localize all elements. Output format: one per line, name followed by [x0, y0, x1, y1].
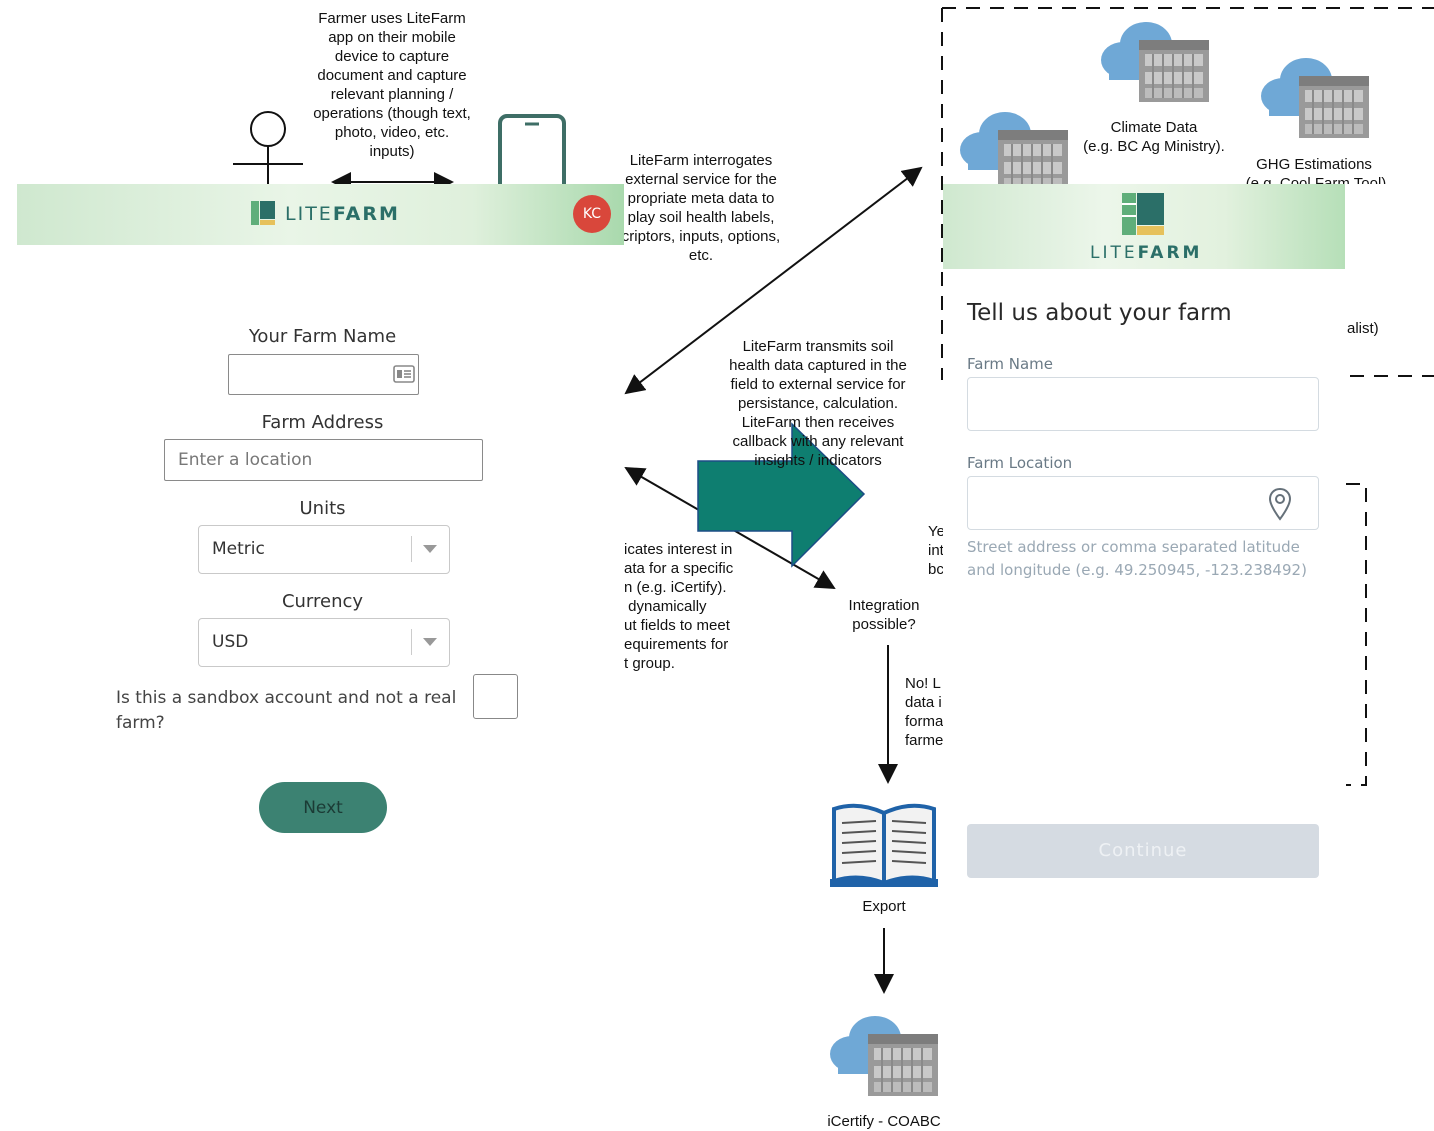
- continue-button[interactable]: Continue: [967, 824, 1319, 878]
- sandbox-question: Is this a sandbox account and not a real…: [116, 688, 457, 733]
- right-brand-wordmark: LITEFARM: [1090, 243, 1202, 263]
- ghg-text: GHG Estimations: [1256, 156, 1372, 173]
- user-avatar[interactable]: KC: [573, 195, 611, 233]
- brand-farm: FARM: [1137, 243, 1203, 263]
- litefarm-logo-icon: [1122, 193, 1164, 235]
- bracket-boundary: [1346, 483, 1367, 786]
- cloud-building-icon: [829, 1015, 939, 1097]
- farmer-figure: [233, 111, 303, 185]
- ghg-sub-text: (e.g. Cool Farm Tool): [1245, 175, 1387, 184]
- farm-name-input[interactable]: [967, 377, 1319, 431]
- farm-address-label: Farm Address: [261, 412, 384, 433]
- cloud-building-icon: [959, 111, 1069, 193]
- currency-select[interactable]: USD: [198, 618, 450, 667]
- units-value: Metric: [212, 539, 265, 559]
- contact-card-icon: [393, 365, 415, 383]
- farm-address-input[interactable]: Enter a location: [164, 439, 483, 481]
- farm-address-placeholder: Enter a location: [178, 450, 313, 470]
- currency-value: USD: [212, 632, 249, 652]
- currency-label: Currency: [281, 591, 364, 612]
- brand-lite: LITE: [285, 203, 333, 225]
- no-partial-text: No! L data i forma farme: [905, 675, 944, 749]
- indicates-text: icates interest in ata for a specific n …: [624, 541, 734, 672]
- location-pin-icon[interactable]: [1268, 487, 1292, 521]
- brand-lite: LITE: [1090, 243, 1138, 263]
- chevron-down-icon: [423, 545, 437, 553]
- cloud-building-icon: [1100, 21, 1210, 103]
- farm-location-label: Farm Location: [967, 454, 1073, 472]
- climate-data-text: Climate Data (e.g. BC Ag Ministry).: [1083, 119, 1225, 155]
- integration-text: Integration possible?: [848, 597, 920, 633]
- farm-name-label: Farm Name: [967, 355, 1053, 373]
- interrogates-text: LiteFarm interrogates external service f…: [621, 152, 781, 264]
- next-button[interactable]: Next: [259, 782, 387, 833]
- alist-text: alist): [1347, 320, 1379, 337]
- farm-name-label: Your Farm Name: [248, 326, 397, 347]
- chevron-down-icon: [423, 638, 437, 646]
- units-label: Units: [299, 498, 346, 519]
- farm-name-input[interactable]: [228, 354, 419, 395]
- export-text: Export: [862, 898, 906, 915]
- left-brand-wordmark: LITEFARM: [285, 203, 400, 225]
- sandbox-checkbox[interactable]: [473, 674, 518, 719]
- litefarm-logo-icon: [251, 201, 275, 225]
- page-title: Tell us about your farm: [967, 300, 1232, 326]
- brand-farm: FARM: [332, 203, 400, 225]
- units-select[interactable]: Metric: [198, 525, 450, 574]
- farmer-uses-text: Farmer uses LiteFarm app on their mobile…: [313, 10, 471, 160]
- cloud-building-icon: [1260, 57, 1370, 139]
- location-hint: Street address or comma separated latitu…: [967, 538, 1307, 579]
- farm-location-input[interactable]: [967, 476, 1319, 530]
- icertify-text: iCertify - COABC: [827, 1113, 941, 1130]
- book-icon: [830, 803, 938, 887]
- transmits-text: LiteFarm transmits soil health data capt…: [729, 338, 907, 469]
